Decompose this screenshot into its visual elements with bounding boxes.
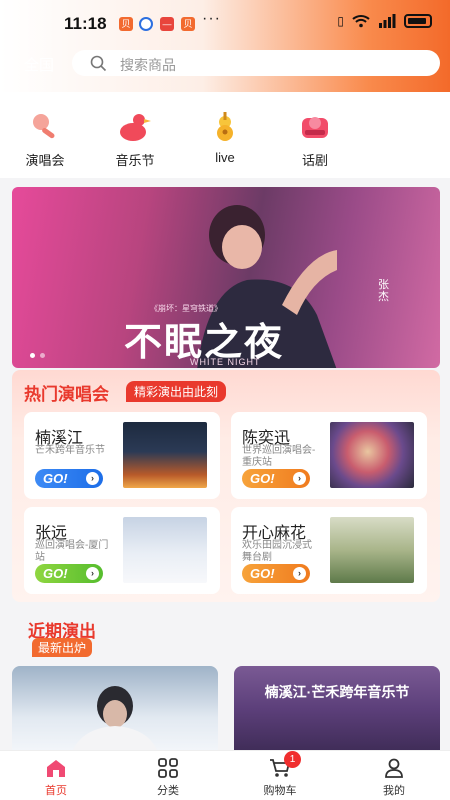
category-label: 音乐节 xyxy=(115,153,155,168)
search-placeholder: 搜索商品 xyxy=(120,57,176,73)
tab-home[interactable]: 首页 xyxy=(16,757,96,798)
app-notification-icon-2: 贝 xyxy=(181,17,195,31)
promo-banner[interactable]: 《崩坏：星穹铁道》 不眠之夜 WHITE NIGHT 张杰 xyxy=(12,187,440,368)
recent-show-title: 楠溪江·芒禾跨年音乐节 xyxy=(264,684,410,700)
battery-icon xyxy=(404,14,432,28)
signal-icon xyxy=(379,14,396,28)
user-icon xyxy=(385,758,403,778)
banner-subtitle: WHITE NIGHT xyxy=(190,357,261,367)
category-label: 演唱会 xyxy=(25,153,65,168)
tab-label: 购物车 xyxy=(263,785,297,797)
banner-artist-name: 张杰 xyxy=(378,279,389,303)
category-music-festival[interactable]: 音乐节 xyxy=(100,102,170,169)
concert-poster xyxy=(330,422,414,488)
concert-poster xyxy=(123,422,207,488)
go-button[interactable]: GO! › xyxy=(35,469,103,488)
header: 11:18 贝 — 贝 ··· ▯ 全国 搜索商品 xyxy=(0,0,450,92)
search-bar[interactable]: 搜索商品 xyxy=(72,50,440,76)
home-icon xyxy=(47,760,65,777)
status-time: 11:18 xyxy=(64,14,107,33)
concert-desc: 世界巡回演唱会-重庆站 xyxy=(242,445,316,468)
category-row: 演唱会 音乐节 live 话剧 xyxy=(0,92,450,178)
vibrate-icon: ▯ xyxy=(337,14,344,28)
tab-label: 我的 xyxy=(383,785,405,797)
go-button[interactable]: GO! › xyxy=(242,564,310,583)
location-selector[interactable]: 全国 xyxy=(24,54,54,75)
concert-desc: 巡回演唱会-厦门站 xyxy=(35,540,109,563)
go-button[interactable]: GO! › xyxy=(35,564,103,583)
more-notifications-icon: ··· xyxy=(202,10,221,27)
arrow-right-icon: › xyxy=(293,567,306,580)
category-label: 话剧 xyxy=(301,153,328,168)
recent-section-tag: 最新出炉 xyxy=(32,638,93,657)
category-live[interactable]: live xyxy=(190,102,260,165)
concert-poster xyxy=(123,517,207,583)
wifi-icon xyxy=(352,15,370,28)
concert-desc: 芒禾跨年音乐节 xyxy=(35,445,105,456)
concert-desc: 欢乐田园沉浸式舞台剧 xyxy=(242,540,312,563)
recent-show-card[interactable]: 楠溪江·芒禾跨年音乐节 xyxy=(234,666,440,752)
banner-pagination xyxy=(30,353,45,358)
theater-icon xyxy=(298,110,332,144)
tab-label: 分类 xyxy=(157,785,179,797)
browser-notification-icon xyxy=(139,17,153,31)
arrow-right-icon: › xyxy=(293,472,306,485)
recent-show-card[interactable] xyxy=(12,666,218,752)
cart-badge: 1 xyxy=(284,751,301,768)
bottom-tab-bar: 首页 分类 1 购物车 我的 xyxy=(0,750,450,800)
message-notification-icon: — xyxy=(160,17,174,31)
go-button[interactable]: GO! › xyxy=(242,469,310,488)
status-bar: 11:18 贝 — 贝 ··· ▯ xyxy=(0,8,450,38)
arrow-right-icon: › xyxy=(86,567,99,580)
tab-category[interactable]: 分类 xyxy=(128,757,208,798)
concert-card[interactable]: 开心麻花 欢乐田园沉浸式舞台剧 GO! › xyxy=(231,507,427,594)
tab-profile[interactable]: 我的 xyxy=(354,757,434,798)
system-icons: ▯ xyxy=(337,14,432,28)
concert-card[interactable]: 张远 巡回演唱会-厦门站 GO! › xyxy=(24,507,220,594)
duck-icon xyxy=(118,110,152,144)
tab-label: 首页 xyxy=(45,785,67,797)
category-label: live xyxy=(215,150,235,165)
category-concert[interactable]: 演唱会 xyxy=(10,102,80,169)
arrow-right-icon: › xyxy=(86,472,99,485)
tab-cart[interactable]: 1 购物车 xyxy=(240,751,320,798)
mic-icon xyxy=(28,110,62,144)
guitar-icon xyxy=(208,110,242,144)
hot-concerts-section: 热门演唱会 精彩演出由此刻 楠溪江 芒禾跨年音乐节 GO! › 陈奕迅 世界巡回演… xyxy=(12,370,440,602)
banner-dot[interactable] xyxy=(40,353,45,358)
concert-poster xyxy=(330,517,414,583)
hot-section-tag: 精彩演出由此刻 xyxy=(126,381,227,402)
grid-icon xyxy=(158,758,178,778)
app-notification-icon: 贝 xyxy=(119,17,133,31)
concert-card[interactable]: 陈奕迅 世界巡回演唱会-重庆站 GO! › xyxy=(231,412,427,499)
category-drama[interactable]: 话剧 xyxy=(280,102,350,169)
concert-card[interactable]: 楠溪江 芒禾跨年音乐节 GO! › xyxy=(24,412,220,499)
recent-show-image xyxy=(72,686,158,752)
hot-section-title: 热门演唱会 xyxy=(24,385,109,404)
search-icon xyxy=(90,55,107,72)
banner-dot-active[interactable] xyxy=(30,353,35,358)
